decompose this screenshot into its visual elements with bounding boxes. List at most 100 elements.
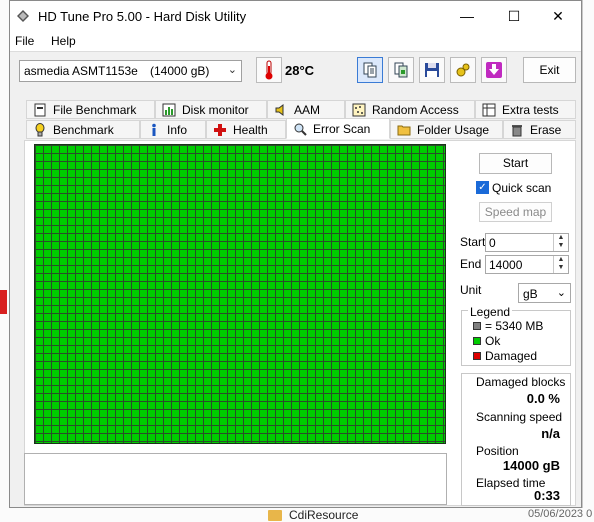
start-value: 0	[489, 236, 496, 250]
background-window-right	[582, 0, 594, 522]
title-bar[interactable]: HD Tune Pro 5.00 - Hard Disk Utility — ☐…	[10, 1, 581, 31]
exit-button[interactable]: Exit	[523, 57, 576, 83]
tab-label: Extra tests	[502, 102, 559, 117]
copy-text-button[interactable]	[357, 57, 383, 83]
health-cross-icon	[214, 123, 226, 136]
damaged-blocks-label: Damaged blocks	[476, 375, 566, 389]
tab-label: Info	[167, 122, 188, 137]
tab-error-scan[interactable]: Error Scan	[286, 118, 390, 139]
menu-bar: File Help	[10, 31, 581, 52]
tab-label: File Benchmark	[53, 102, 137, 117]
minimize-button[interactable]: —	[444, 1, 490, 31]
speed-map-button[interactable]: Speed map	[479, 202, 552, 222]
background-folder-label[interactable]: CdiResource	[289, 508, 358, 522]
tab-file-benchmark[interactable]: File Benchmark	[26, 100, 155, 119]
tab-label: AAM	[294, 102, 321, 117]
background-red-element	[0, 290, 7, 314]
speaker-icon	[275, 103, 284, 116]
folder-icon	[268, 510, 282, 521]
menu-help[interactable]: Help	[51, 34, 76, 48]
tab-label: Folder Usage	[417, 122, 490, 137]
tab-extra-tests[interactable]: Extra tests	[475, 100, 576, 119]
spin-arrows-icon[interactable]: ▲ ▼	[553, 234, 568, 251]
end-field[interactable]: 14000 ▲ ▼	[485, 255, 569, 274]
save-screenshot-button[interactable]	[419, 57, 445, 83]
close-button[interactable]: ✕	[535, 1, 581, 31]
download-arrow-icon	[486, 62, 502, 78]
end-value: 14000	[489, 258, 523, 272]
magnifier-icon	[294, 123, 307, 136]
trash-can-icon	[512, 124, 522, 136]
background-window-left	[0, 0, 9, 522]
background-date: 05/06/2023 0	[528, 508, 593, 520]
scanning-speed-label: Scanning speed	[476, 410, 563, 424]
legend-swatch-block-size	[473, 322, 481, 330]
tab-label: Disk monitor	[182, 102, 249, 117]
scan-block-map	[34, 144, 446, 444]
drive-select[interactable]: asmedia ASMT1153e (14000 gB) ⌄	[19, 60, 242, 82]
extra-tests-icon	[482, 103, 496, 116]
tab-benchmark[interactable]: Benchmark	[26, 120, 140, 139]
start-field[interactable]: 0 ▲ ▼	[485, 233, 569, 252]
options-button[interactable]	[450, 57, 476, 83]
tab-label: Benchmark	[53, 122, 114, 137]
legend-swatch-damaged	[473, 352, 481, 360]
thermometer-icon	[256, 57, 282, 83]
drive-name: asmedia ASMT1153e	[24, 64, 138, 78]
tab-erase[interactable]: Erase	[503, 120, 576, 139]
start-button[interactable]: Start	[479, 153, 552, 174]
menu-file[interactable]: File	[15, 34, 34, 48]
tab-label: Erase	[530, 122, 562, 137]
unit-select[interactable]: gB ⌄	[518, 283, 571, 303]
window-title: HD Tune Pro 5.00 - Hard Disk Utility	[38, 9, 247, 24]
scan-log-box[interactable]	[24, 453, 447, 505]
quick-scan-checkbox[interactable]: ✓	[476, 181, 489, 194]
unit-value: gB	[523, 287, 538, 301]
options-icon	[456, 63, 470, 77]
legend-ok: Ok	[485, 334, 501, 348]
update-button[interactable]	[481, 57, 507, 83]
legend-title: Legend	[468, 305, 513, 319]
tab-aam[interactable]: AAM	[267, 100, 345, 119]
folder-icon	[397, 125, 411, 135]
temperature-readout: 28°C	[285, 63, 315, 78]
start-field-label: Start	[460, 235, 486, 249]
end-field-label: End	[460, 257, 482, 271]
tab-label: Health	[233, 122, 268, 137]
legend-box: Legend = 5340 MB Ok Damaged	[461, 305, 571, 366]
position-label: Position	[476, 444, 519, 458]
unit-label: Unit	[460, 283, 482, 297]
floppy-disk-icon	[425, 63, 439, 77]
random-access-icon	[352, 103, 366, 116]
tab-folder-usage[interactable]: Folder Usage	[390, 120, 503, 139]
info-icon	[152, 123, 156, 136]
scanning-speed-value: n/a	[541, 426, 560, 441]
tab-health[interactable]: Health	[206, 120, 286, 139]
legend-swatch-ok	[473, 337, 481, 345]
maximize-button[interactable]: ☐	[491, 1, 537, 31]
copy-text-icon	[363, 62, 377, 78]
tab-disk-monitor[interactable]: Disk monitor	[155, 100, 267, 119]
chevron-down-icon: ⌄	[227, 64, 237, 76]
position-value: 14000 gB	[502, 458, 560, 473]
tab-random-access[interactable]: Random Access	[345, 100, 475, 119]
tab-label: Error Scan	[313, 121, 371, 136]
file-benchmark-icon	[34, 103, 46, 116]
elapsed-time-value: 0:33	[533, 488, 560, 503]
tab-info[interactable]: Info	[140, 120, 206, 139]
drive-capacity: (14000 gB)	[150, 64, 210, 78]
chevron-down-icon: ⌄	[556, 287, 566, 299]
scan-stats-box: Damaged blocks 0.0 % Scanning speed n/a …	[461, 373, 571, 506]
disk-monitor-icon	[162, 103, 176, 116]
legend-damaged: Damaged	[485, 349, 538, 363]
tab-label: Random Access	[372, 102, 459, 117]
copy-screenshot-button[interactable]	[388, 57, 414, 83]
quick-scan-label[interactable]: Quick scan	[492, 181, 551, 195]
copy-screenshot-icon	[394, 62, 408, 78]
hd-tune-app-icon	[17, 10, 29, 22]
benchmark-icon	[35, 122, 45, 136]
legend-block-size: = 5340 MB	[485, 319, 544, 333]
damaged-blocks-value: 0.0 %	[526, 391, 560, 406]
main-window: HD Tune Pro 5.00 - Hard Disk Utility — ☐…	[9, 0, 582, 508]
spin-arrows-icon[interactable]: ▲ ▼	[553, 256, 568, 273]
